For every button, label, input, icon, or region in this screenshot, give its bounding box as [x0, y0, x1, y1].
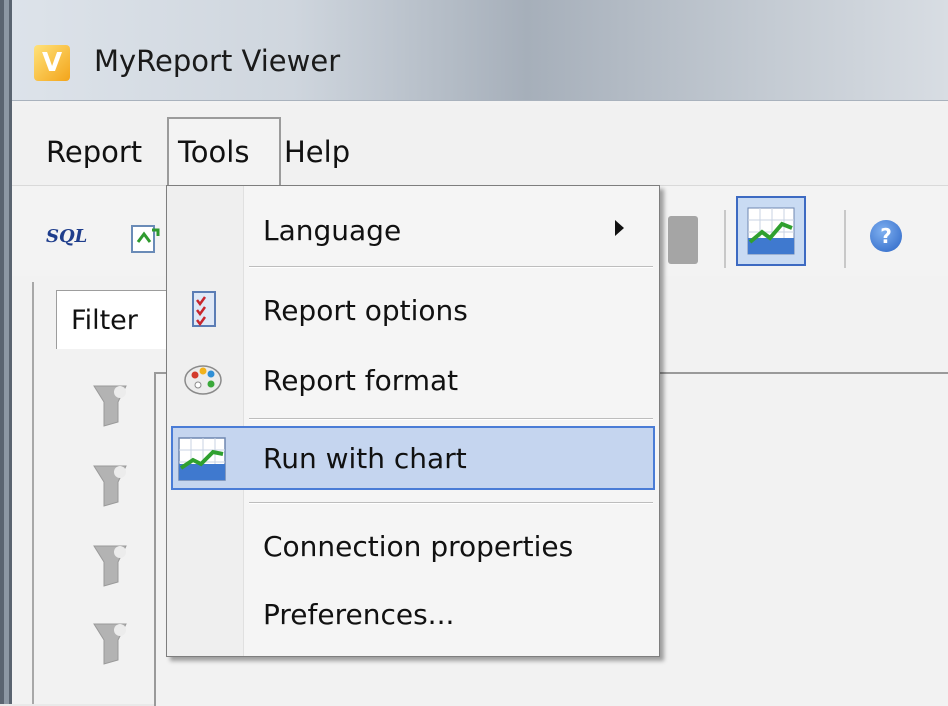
menu-tools[interactable]: Tools: [178, 135, 249, 169]
menu-item-report-format-label: Report format: [263, 364, 459, 397]
checklist-icon: [192, 291, 216, 327]
title-bar: V MyReport Viewer: [12, 0, 948, 101]
chart-icon: [178, 437, 226, 481]
menu-separator: [249, 418, 653, 420]
run-with-chart-toolbar-button[interactable]: [736, 196, 806, 266]
filter-funnel-icon[interactable]: [90, 542, 132, 590]
filter-funnel-icon[interactable]: [90, 462, 132, 510]
palette-icon: [184, 365, 222, 395]
chart-icon: [747, 207, 795, 255]
menu-item-run-with-chart[interactable]: Run with chart: [167, 426, 659, 490]
menu-item-language[interactable]: Language: [167, 200, 659, 260]
menu-item-language-label: Language: [263, 214, 402, 247]
tab-filter[interactable]: Filter: [56, 290, 168, 349]
menu-help[interactable]: Help: [284, 135, 350, 169]
tools-dropdown-menu: Language Report options Report format Ru…: [166, 185, 660, 657]
menu-separator: [249, 502, 653, 504]
refresh-icon[interactable]: [130, 222, 160, 256]
menu-item-report-options[interactable]: Report options: [167, 280, 659, 340]
menu-separator: [249, 266, 653, 268]
disabled-toolbar-icon: [668, 216, 698, 264]
menu-item-report-options-label: Report options: [263, 294, 468, 327]
submenu-arrow-icon: [615, 220, 624, 236]
toolbar-separator: [844, 210, 846, 268]
menu-item-preferences-label: Preferences...: [263, 598, 455, 631]
app-logo-icon: V: [34, 45, 70, 81]
menu-bar: Report Tools Help: [12, 105, 948, 289]
menu-item-connection-properties-label: Connection properties: [263, 530, 574, 563]
menu-report[interactable]: Report: [46, 135, 142, 169]
left-window-edge: [0, 0, 12, 704]
menu-item-report-format[interactable]: Report format: [167, 350, 659, 410]
tab-filter-label: Filter: [71, 305, 138, 336]
sql-button[interactable]: SQL: [46, 226, 87, 247]
window-title: MyReport Viewer: [94, 44, 341, 78]
menu-item-preferences[interactable]: Preferences...: [167, 584, 659, 644]
toolbar-separator: [724, 210, 726, 268]
menu-item-run-with-chart-label: Run with chart: [263, 442, 467, 475]
filter-funnel-icon[interactable]: [90, 382, 132, 430]
help-icon[interactable]: ?: [870, 220, 902, 252]
menu-item-connection-properties[interactable]: Connection properties: [167, 516, 659, 576]
filter-funnel-icon[interactable]: [90, 620, 132, 668]
app-logo-letter: V: [41, 48, 63, 78]
